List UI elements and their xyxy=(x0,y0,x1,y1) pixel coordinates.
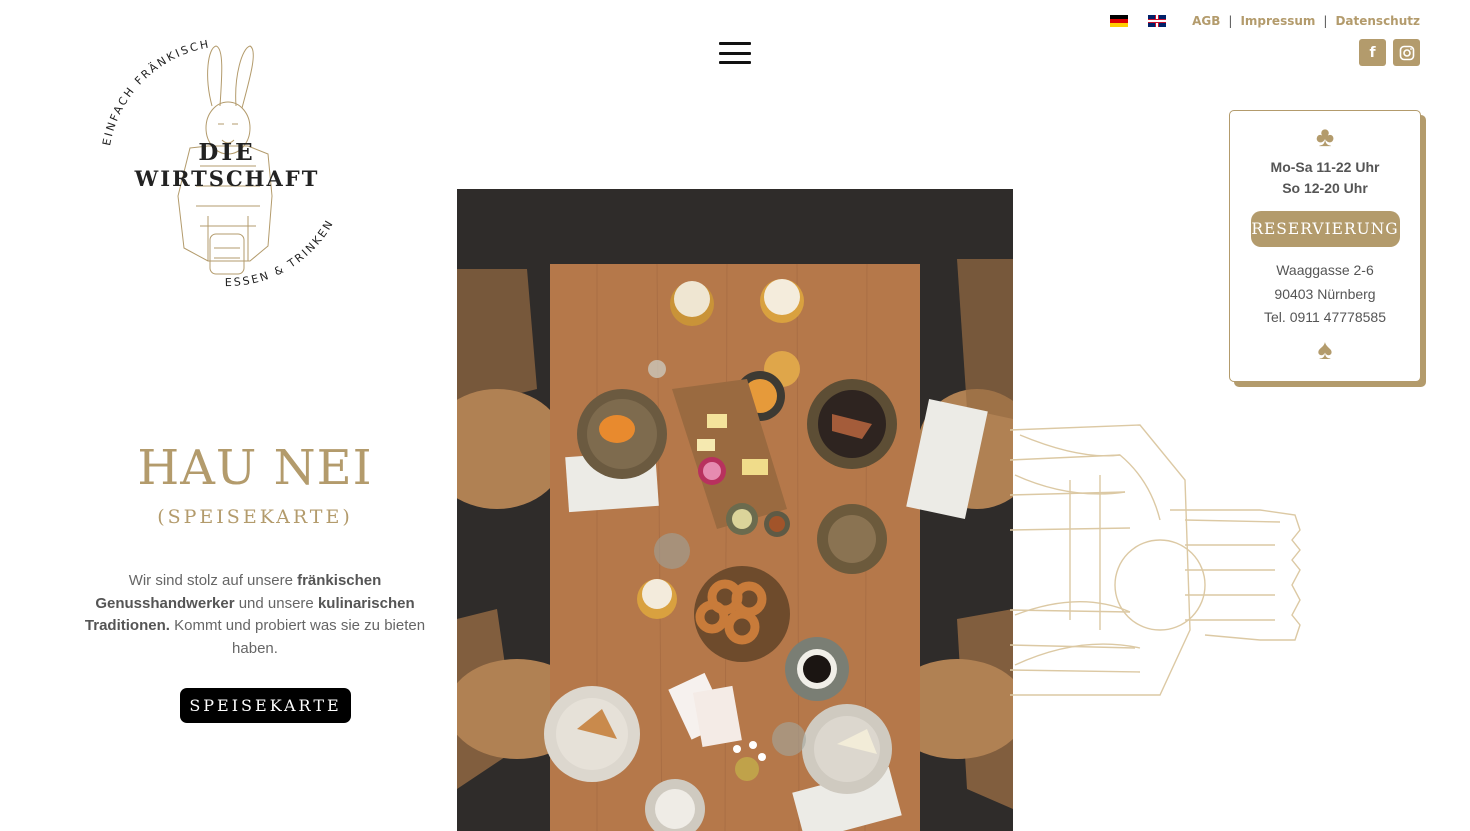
phone-number[interactable]: Tel. 0911 47778585 xyxy=(1230,306,1420,330)
hero-title: HAU NEI xyxy=(137,440,373,496)
link-separator: | xyxy=(1323,14,1328,28)
impressum-link[interactable]: Impressum xyxy=(1240,14,1315,28)
link-separator: | xyxy=(1228,14,1233,28)
opening-hours-card: ♣ Mo-Sa 11-22 Uhr So 12-20 Uhr RESERVIER… xyxy=(1229,110,1421,382)
hero-text-part: Kommt und probiert was sie zu bieten hab… xyxy=(169,617,426,657)
speisekarte-button[interactable]: SPEISEKARTE xyxy=(180,688,351,723)
club-suit-icon: ♣ xyxy=(1315,121,1335,152)
logo-arc-bottom: ESSEN & TRINKEN xyxy=(225,217,337,289)
instagram-glyph xyxy=(1399,45,1414,60)
instagram-icon[interactable] xyxy=(1393,39,1420,66)
german-flag-icon[interactable] xyxy=(1110,15,1129,27)
facebook-glyph: f xyxy=(1369,44,1376,61)
english-flag-icon[interactable] xyxy=(1148,15,1167,27)
site-logo[interactable]: EINFACH FRÄNKISCH DIE WIRTSCHAFT ESSEN &… xyxy=(100,36,350,296)
hero-text-part: und unsere xyxy=(234,594,318,612)
logo-arc-top: EINFACH FRÄNKISCH xyxy=(100,37,211,146)
hours-sunday: So 12-20 Uhr xyxy=(1282,180,1368,196)
hours-weekdays: Mo-Sa 11-22 Uhr xyxy=(1270,159,1380,175)
hero-description: Wir sind stolz auf unsere fränkischen Ge… xyxy=(80,570,430,660)
agb-link[interactable]: AGB xyxy=(1192,14,1220,28)
top-links: AGB | Impressum | Datenschutz xyxy=(1110,14,1420,28)
logo-line-die: DIE xyxy=(198,139,255,166)
address-city: 90403 Nürnberg xyxy=(1274,285,1376,302)
facebook-icon[interactable]: f xyxy=(1359,39,1386,66)
address-street: Waaggasse 2-6 xyxy=(1276,262,1374,278)
menu-hamburger-icon[interactable] xyxy=(719,42,751,66)
datenschutz-link[interactable]: Datenschutz xyxy=(1335,14,1420,28)
opening-hours: Mo-Sa 11-22 Uhr So 12-20 Uhr xyxy=(1230,157,1420,199)
hero-subtitle: (SPEISEKARTE) xyxy=(157,506,353,528)
hare-line-decoration xyxy=(1010,424,1301,696)
food-table-photo xyxy=(457,189,1013,831)
reservation-button[interactable]: RESERVIERUNG xyxy=(1250,211,1400,247)
hero-text-part: Wir sind stolz auf unsere xyxy=(128,572,298,589)
spade-suit-icon: ♠ xyxy=(1317,333,1333,365)
food-photo-illustration xyxy=(457,189,1013,831)
address: Waaggasse 2-6 90403 Nürnberg Tel. 0911 4… xyxy=(1230,259,1420,330)
logo-line-wirtschaft: WIRTSCHAFT xyxy=(134,166,320,191)
social-links: f xyxy=(1359,39,1420,66)
